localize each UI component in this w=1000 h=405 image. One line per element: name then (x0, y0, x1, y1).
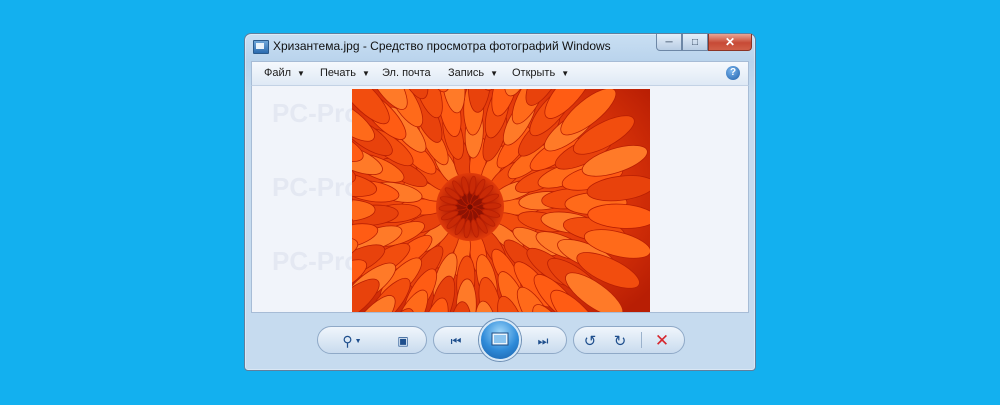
chrysanthemum-image (352, 89, 650, 312)
next-button[interactable]: ⏭ (530, 331, 556, 351)
dropdown-arrow-icon: ▼ (354, 337, 362, 345)
delete-icon: ✕ (654, 331, 670, 350)
rotate-right-icon: ↻ (613, 333, 627, 350)
rotate-left-button[interactable]: ↺ (579, 331, 601, 351)
image-view-area: PC-Problems.RU PC-Problems.RU PC-Problem… (251, 85, 749, 313)
previous-button[interactable]: ⏮ (443, 331, 469, 351)
menu-open[interactable]: Открыть ▼ (512, 67, 569, 79)
rotate-right-button[interactable]: ↻ (609, 331, 631, 351)
menu-file[interactable]: Файл ▼ (264, 67, 305, 79)
title-bar[interactable]: Хризантема.jpg - Средство просмотра фото… (245, 34, 755, 60)
actual-size-icon: ▣ (397, 334, 409, 348)
zoom-icon: ⚲ (342, 332, 353, 349)
slideshow-icon (491, 332, 509, 346)
menu-burn[interactable]: Запись ▼ (448, 67, 498, 79)
actual-size-button[interactable]: ▣ (391, 331, 415, 351)
menu-burn-label: Запись (448, 67, 485, 79)
menu-open-label: Открыть (512, 67, 556, 79)
dropdown-arrow-icon: ▼ (490, 68, 499, 78)
zoom-button[interactable]: ⚲ ▼ (337, 331, 367, 351)
toolbar-divider (641, 332, 642, 348)
navigation-toolbar: ⚲ ▼ ▣ ⏮ ⏭ ↺ ↻ ✕ (245, 316, 755, 372)
dropdown-arrow-icon: ▼ (561, 68, 570, 78)
maximize-icon: □ (691, 36, 699, 48)
delete-button[interactable]: ✕ (651, 331, 673, 351)
minimize-button[interactable]: ─ (656, 34, 682, 51)
dropdown-arrow-icon: ▼ (362, 68, 370, 78)
photo-viewer-window: Хризантема.jpg - Средство просмотра фото… (244, 33, 756, 371)
close-icon: ✕ (724, 35, 736, 49)
dropdown-arrow-icon: ▼ (297, 68, 305, 78)
menu-file-label: Файл (264, 67, 292, 79)
next-icon: ⏭ (537, 333, 549, 348)
menu-email[interactable]: Эл. почта (382, 67, 431, 79)
chrysanthemum-photo (352, 89, 650, 312)
window-controls: ─ □ ✕ (656, 34, 752, 52)
menu-print[interactable]: Печать ▼ (320, 67, 370, 79)
menu-print-label: Печать (320, 67, 357, 79)
minimize-icon: ─ (665, 36, 673, 48)
menu-email-label: Эл. почта (382, 67, 431, 79)
menu-bar: Файл ▼ Печать ▼ Эл. почта Запись ▼ Откры… (251, 61, 749, 85)
rotate-left-icon: ↺ (583, 333, 597, 350)
previous-icon: ⏮ (450, 333, 462, 348)
maximize-button[interactable]: □ (682, 34, 708, 51)
window-title: Хризантема.jpg - Средство просмотра фото… (273, 39, 611, 53)
help-icon[interactable]: ? (726, 66, 740, 80)
close-button[interactable]: ✕ (708, 34, 752, 51)
photo-viewer-icon (253, 40, 269, 54)
slideshow-button[interactable] (479, 319, 521, 361)
